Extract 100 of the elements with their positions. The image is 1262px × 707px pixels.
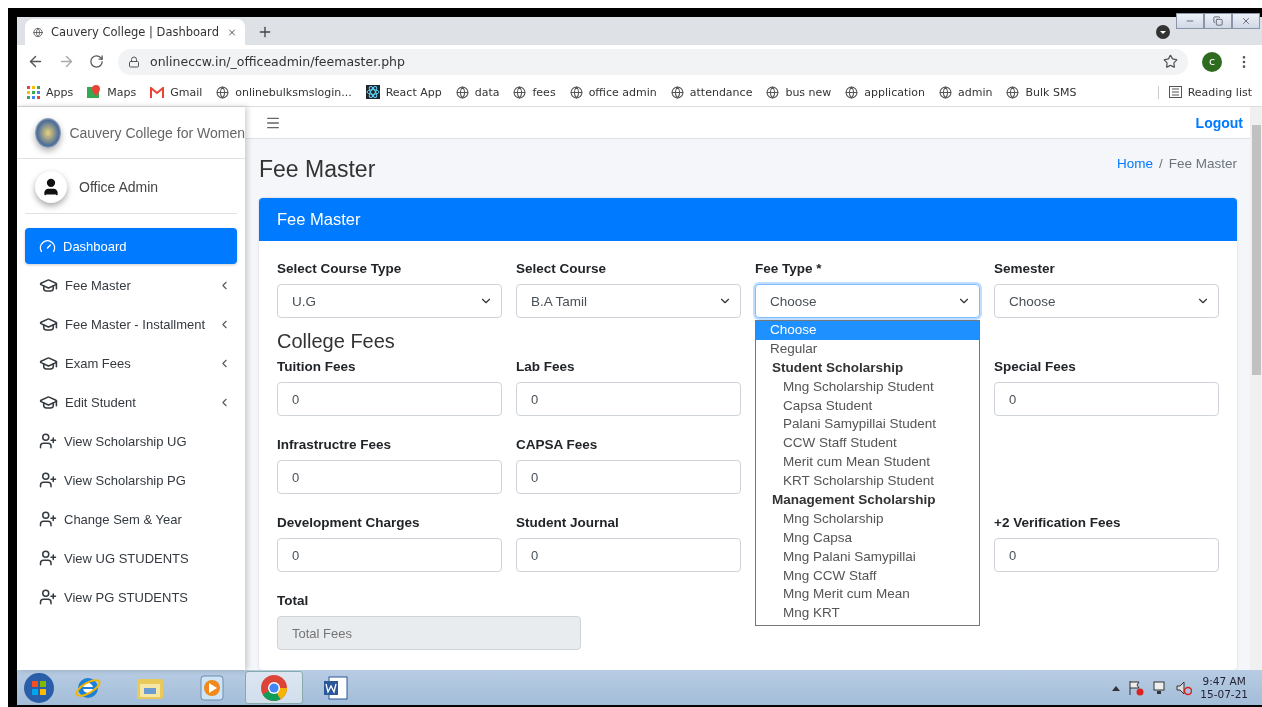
bookmark-link[interactable]: admin: [939, 85, 993, 99]
user-name: Office Admin: [79, 179, 159, 195]
option-group-label: Student Scholarship: [771, 358, 905, 377]
play-icon: [200, 674, 224, 701]
dropdown-option[interactable]: Mng CCW Staff: [756, 566, 979, 586]
bookmark-link[interactable]: Bulk SMS: [1006, 85, 1077, 99]
dropdown-circle-icon[interactable]: [1156, 25, 1170, 39]
nav-item[interactable]: Dashboard: [25, 228, 237, 264]
nav-item[interactable]: Change Sem & Year: [25, 501, 237, 537]
field-label: Semester: [994, 261, 1056, 276]
user-avatar: [35, 171, 67, 203]
scrollbar[interactable]: [1250, 107, 1262, 670]
breadcrumb-separator: /: [1158, 156, 1163, 172]
dropdown-option[interactable]: CCW Staff Student: [756, 434, 979, 454]
flag-icon[interactable]: [1128, 679, 1145, 696]
bookmark-link[interactable]: office admin: [569, 85, 657, 99]
field-label: Infrastructre Fees: [277, 437, 393, 452]
minimize-button[interactable]: [1176, 13, 1204, 29]
nav-item[interactable]: Fee Master - Installment: [25, 306, 237, 342]
nav-item[interactable]: View Scholarship PG: [25, 462, 237, 498]
nav-item[interactable]: View UG STUDENTS: [25, 540, 237, 576]
nav-item[interactable]: View PG STUDENTS: [25, 579, 237, 615]
taskbar-app[interactable]: [245, 671, 303, 704]
dropdown-option[interactable]: Mng Merit cum Mean: [756, 585, 979, 605]
globe-icon: [455, 85, 469, 99]
select-field[interactable]: Choose: [755, 284, 980, 318]
nav-item[interactable]: Exam Fees: [25, 345, 237, 381]
close-button[interactable]: [1232, 13, 1260, 29]
field-label: Development Charges: [277, 515, 421, 530]
input-field[interactable]: 0: [994, 538, 1219, 572]
browser-tab[interactable]: Cauvery College | Dashboard: [25, 19, 245, 45]
bookmark-link[interactable]: bus new: [766, 85, 832, 99]
breadcrumb-link[interactable]: Home: [1116, 156, 1153, 172]
restore-button[interactable]: [1204, 13, 1232, 29]
globe-icon: [1006, 85, 1020, 99]
bookmark-link[interactable]: data: [455, 85, 500, 99]
bookmark-star-icon[interactable]: [1163, 54, 1178, 69]
start-orb-icon[interactable]: [23, 671, 55, 704]
dropdown-option[interactable]: Regular: [756, 339, 979, 359]
input-field[interactable]: 0: [516, 460, 741, 494]
globe-icon: [939, 85, 952, 99]
new-tab-icon[interactable]: [257, 24, 273, 40]
option-group-label: Management Scholarship: [771, 491, 937, 509]
reload-icon[interactable]: [89, 54, 104, 69]
caret-up-icon[interactable]: [1112, 684, 1121, 691]
bookmark-link[interactable]: Apps: [27, 85, 74, 99]
reading-list-link[interactable]: Reading list: [1157, 85, 1252, 99]
bookmark-link[interactable]: React App: [365, 85, 442, 99]
input-field[interactable]: 0: [516, 538, 741, 572]
dropdown-option[interactable]: Mng Scholarship: [756, 509, 979, 529]
input-field[interactable]: 0: [277, 382, 502, 416]
chrome-icon: [260, 673, 288, 702]
dropdown-option[interactable]: KRT Scholarship Student: [756, 472, 979, 491]
bookmark-link[interactable]: application: [845, 85, 925, 99]
volume-muted-icon[interactable]: [1176, 679, 1193, 696]
user-plus-icon: [39, 471, 57, 489]
clock[interactable]: 9:47 AM 15-07-21: [1200, 674, 1248, 701]
globe-icon: [216, 85, 230, 99]
profile-avatar[interactable]: c: [1202, 51, 1222, 72]
globe-icon: [569, 85, 583, 99]
section-title: College Fees: [277, 330, 395, 353]
close-icon: [1241, 16, 1251, 26]
input-field[interactable]: 0: [994, 382, 1219, 416]
user-plus-icon: [39, 549, 57, 567]
field-label: Tuition Fees: [277, 359, 357, 374]
select-field[interactable]: U.G: [277, 284, 502, 318]
nav-item[interactable]: Edit Student: [25, 384, 237, 420]
nav-item[interactable]: Fee Master: [25, 267, 237, 303]
field-label: Student Journal: [516, 515, 620, 530]
user-plus-icon: [39, 588, 57, 606]
input-field[interactable]: 0: [277, 460, 502, 494]
nav-item[interactable]: View Scholarship UG: [25, 423, 237, 459]
dropdown-option[interactable]: Mng Capsa: [756, 528, 979, 548]
globe-icon: [766, 85, 780, 99]
dropdown-option[interactable]: Mng KRT: [756, 604, 979, 624]
bookmark-link[interactable]: onlinebulksmslogin...: [216, 85, 352, 99]
globe-icon: [513, 85, 527, 99]
bookmark-link[interactable]: attendance: [670, 85, 753, 99]
forward-icon[interactable]: [58, 53, 75, 70]
dropdown-option[interactable]: Capsa Student: [756, 396, 979, 416]
dropdown-option[interactable]: Merit cum Mean Student: [756, 453, 979, 473]
select-field[interactable]: Choose: [994, 284, 1219, 318]
brand-name: Cauvery College for Women: [69, 124, 245, 141]
input-field[interactable]: 0: [277, 538, 502, 572]
bookmark-link[interactable]: Gmail: [150, 85, 203, 99]
dropdown-option[interactable]: Mng Scholarship Student: [756, 377, 979, 397]
dropdown-option[interactable]: Palani Samypillai Student: [756, 415, 979, 435]
gauge-icon: [39, 237, 56, 255]
input-field[interactable]: 0: [516, 382, 741, 416]
logout-link[interactable]: Logout: [1195, 114, 1243, 131]
address-bar[interactable]: onlineccw.in/_officeadmin/feemaster.php: [118, 48, 1188, 75]
select-field[interactable]: B.A Tamil: [516, 284, 741, 318]
back-icon[interactable]: [27, 53, 44, 70]
field-label: Special Fees: [994, 359, 1077, 374]
mail-m-icon: [150, 86, 165, 98]
globe-icon: [845, 85, 859, 99]
dropdown-option[interactable]: Mng Palani Samypillai: [756, 547, 979, 567]
bookmark-link[interactable]: fees: [513, 85, 556, 99]
bookmark-link[interactable]: Maps: [87, 85, 137, 99]
field-label: Fee Type *: [755, 261, 823, 276]
